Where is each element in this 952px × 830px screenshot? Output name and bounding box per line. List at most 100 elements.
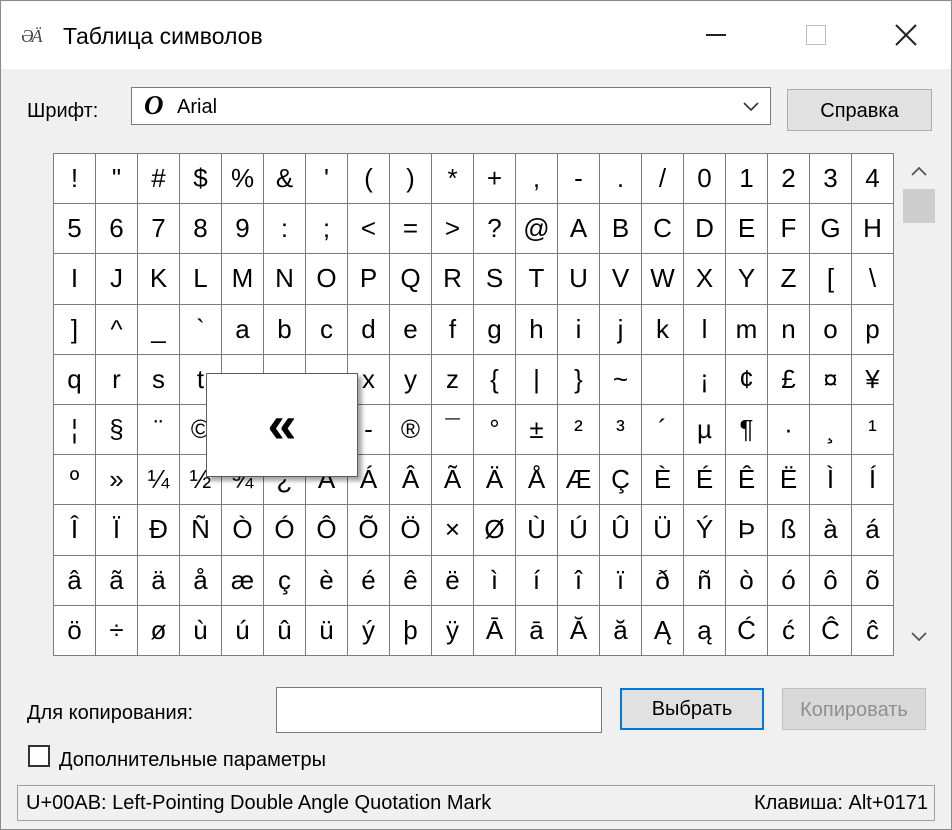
character-cell[interactable]: £ [768,354,810,405]
character-cell[interactable]: s [138,354,180,405]
character-cell[interactable]: 7 [138,204,180,255]
character-cell[interactable]: ~ [600,354,642,405]
character-cell[interactable]: ^ [96,304,138,355]
character-cell[interactable]: ā [516,605,558,656]
character-cell[interactable]: h [516,304,558,355]
character-cell[interactable]: ° [474,404,516,456]
character-cell[interactable]: Ó [264,505,306,556]
character-cell[interactable]: K [138,254,180,305]
character-cell[interactable]: C [642,204,684,255]
character-cell[interactable]: É [684,455,726,506]
character-cell[interactable]: O [306,254,348,305]
character-cell[interactable]: Y [726,254,768,305]
character-cell[interactable]: ý [348,605,390,656]
help-button[interactable]: Справка [787,89,932,131]
character-cell[interactable]: ' [306,154,348,205]
character-cell[interactable]: ± [516,404,558,456]
character-cell[interactable]: i [558,304,600,355]
character-cell[interactable]: ! [54,154,96,205]
character-cell[interactable]: Í [852,455,894,506]
character-cell[interactable]: * [432,154,474,205]
character-cell[interactable]: ç [264,555,306,606]
character-cell[interactable]: õ [852,555,894,606]
character-cell[interactable]: × [432,505,474,556]
character-cell[interactable]: L [180,254,222,305]
character-cell[interactable]: ą [684,605,726,656]
character-cell[interactable]: D [684,204,726,255]
character-cell[interactable]: M [222,254,264,305]
character-cell[interactable]: \ [852,254,894,305]
character-cell[interactable]: Î [54,505,96,556]
character-cell[interactable]: ù [180,605,222,656]
character-cell[interactable]: å [180,555,222,606]
character-cell[interactable]: ø [138,605,180,656]
character-cell[interactable]: Ü [642,505,684,556]
character-cell[interactable]: ´ [642,404,684,456]
character-cell[interactable]: l [684,304,726,355]
character-cell[interactable]: } [558,354,600,405]
advanced-view-label[interactable]: Дополнительные параметры [59,748,326,772]
character-grid[interactable]: ! " # $% & '() * +, -./0 1 2 3 4 5 6 7 8 9:; < = >? @ A B C D E F G H… [53,153,894,656]
font-dropdown[interactable]: O Arial [131,87,771,125]
character-cell[interactable]: q [54,354,96,405]
select-button[interactable]: Выбрать [620,688,764,730]
character-cell[interactable]: Ä [474,455,516,506]
character-cell[interactable]: V [600,254,642,305]
scroll-thumb[interactable] [903,189,935,223]
close-button[interactable] [861,1,951,69]
character-cell[interactable]: b [264,304,306,355]
character-cell[interactable]: < [348,204,390,255]
character-cell[interactable]: 8 [180,204,222,255]
character-cell[interactable]: U [558,254,600,305]
advanced-view-checkbox[interactable] [28,745,50,767]
character-cell[interactable]: B [600,204,642,255]
character-cell[interactable]: Ñ [180,505,222,556]
character-cell[interactable]: W [642,254,684,305]
character-cell[interactable]: e [390,304,432,355]
character-cell[interactable]: Ï [96,505,138,556]
character-cell[interactable]: H [852,204,894,255]
character-cell[interactable]: Ú [558,505,600,556]
character-cell[interactable]: Å [516,455,558,506]
character-cell[interactable]: Ò [222,505,264,556]
character-cell[interactable]: ú [222,605,264,656]
character-cell[interactable]: ¼ [138,455,180,506]
character-cell[interactable]: ê [390,555,432,606]
character-cell[interactable]: : [264,204,306,255]
character-cell[interactable]: ¨ [138,404,180,456]
character-cell[interactable]: á [852,505,894,556]
character-cell[interactable]: E [726,204,768,255]
character-cell[interactable]: ¥ [852,354,894,405]
character-cell[interactable]: ö [54,605,96,656]
character-cell[interactable]: j [600,304,642,355]
character-cell[interactable]: $ [180,154,222,205]
character-cell[interactable]: ? [474,204,516,255]
character-cell[interactable]: » [96,455,138,506]
character-cell[interactable]: & [264,154,306,205]
character-cell[interactable]: Â [390,455,432,506]
character-cell[interactable]: ¯ [432,404,474,456]
character-cell[interactable]: È [642,455,684,506]
character-cell[interactable]: í [516,555,558,606]
character-cell[interactable]: Ì [810,455,852,506]
scroll-down-button[interactable] [897,625,941,649]
character-cell[interactable]: Ø [474,505,516,556]
character-cell[interactable]: Ĉ [810,605,852,656]
character-cell[interactable]: | [516,354,558,405]
character-cell[interactable]: r [96,354,138,405]
character-cell[interactable]: Ù [516,505,558,556]
character-cell[interactable]: è [306,555,348,606]
character-cell[interactable]: o [810,304,852,355]
character-cell[interactable]: Q [390,254,432,305]
character-cell[interactable]: + [474,154,516,205]
character-cell[interactable]: ` [180,304,222,355]
character-cell[interactable]: ( [348,154,390,205]
character-cell[interactable]: F [768,204,810,255]
character-cell[interactable]: X [684,254,726,305]
character-cell[interactable]: Ą [642,605,684,656]
character-cell[interactable]: ] [54,304,96,355]
character-cell[interactable]: N [264,254,306,305]
character-cell[interactable]: , [516,154,558,205]
character-cell[interactable]: _ [138,304,180,355]
scroll-up-button[interactable] [897,159,941,183]
